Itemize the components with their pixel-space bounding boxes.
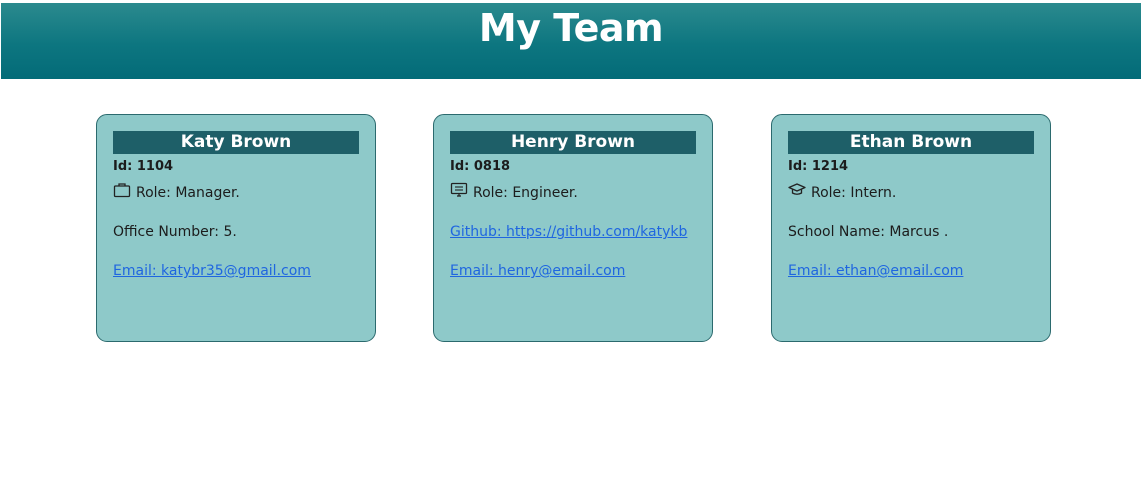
role-label: Role: Manager. xyxy=(136,185,240,201)
employee-role: Role: Intern. xyxy=(788,182,1034,202)
role-label: Role: Intern. xyxy=(811,185,897,201)
email-link[interactable]: Email: ethan@email.com xyxy=(788,263,963,279)
employee-name: Henry Brown xyxy=(450,131,696,154)
page-header: My Team xyxy=(1,3,1141,79)
office-number: Office Number: 5. xyxy=(113,224,237,240)
employee-role: Role: Manager. xyxy=(113,182,359,202)
employee-name: Ethan Brown xyxy=(788,131,1034,154)
role-label: Role: Engineer. xyxy=(473,185,578,201)
email-link[interactable]: Email: katybr35@gmail.com xyxy=(113,263,311,279)
page-title: My Team xyxy=(478,6,664,50)
monitor-icon xyxy=(450,182,468,198)
employee-card-intern: Ethan Brown Id: 1214 Role: Intern. Schoo… xyxy=(771,114,1051,342)
github-link[interactable]: Github: https://github.com/katykb xyxy=(450,224,687,240)
employee-card-manager: Katy Brown Id: 1104 Role: Manager. Offic… xyxy=(96,114,376,342)
employee-card-engineer: Henry Brown Id: 0818 Role: Engineer. Git… xyxy=(433,114,713,342)
employee-id: Id: 1104 xyxy=(113,159,174,174)
email-link[interactable]: Email: henry@email.com xyxy=(450,263,625,279)
employee-id: Id: 0818 xyxy=(450,159,511,174)
employee-name: Katy Brown xyxy=(113,131,359,154)
employee-role: Role: Engineer. xyxy=(450,182,696,202)
school-name: School Name: Marcus . xyxy=(788,224,949,240)
employee-id: Id: 1214 xyxy=(788,159,849,174)
briefcase-icon xyxy=(113,182,131,198)
graduation-cap-icon xyxy=(788,182,806,198)
